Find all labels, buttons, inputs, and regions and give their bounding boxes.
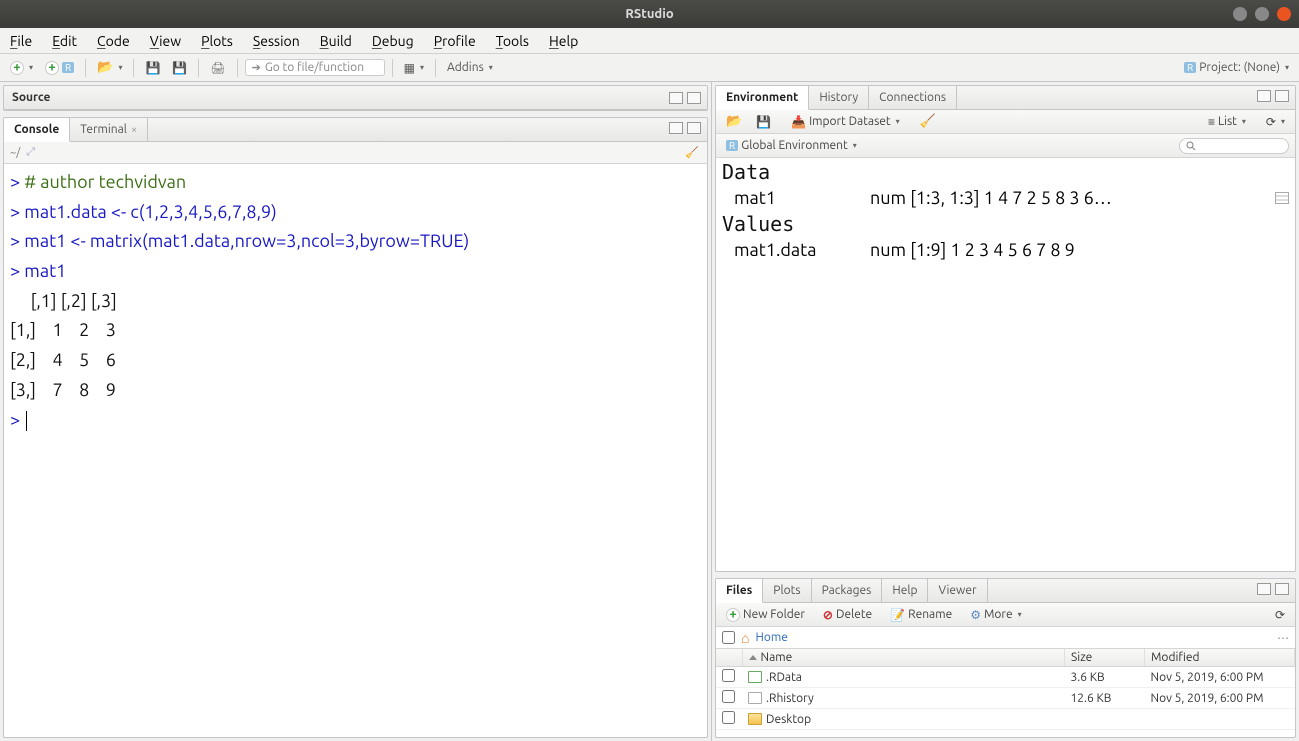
view-grid-icon[interactable] — [1275, 192, 1289, 204]
source-restore-icon[interactable] — [669, 92, 683, 104]
menu-code[interactable]: Code — [97, 33, 130, 49]
files-table: Name Size Modified .RData3.6 KBNov 5, 20… — [716, 649, 1295, 730]
console-maximize-icon[interactable] — [687, 122, 701, 134]
tab-environment[interactable]: Environment — [716, 86, 809, 110]
tab-files[interactable]: Files — [716, 579, 763, 603]
close-terminal-icon[interactable]: × — [131, 124, 137, 136]
rename-file-button[interactable]: 📝 Rename — [886, 606, 956, 624]
tab-history[interactable]: History — [809, 86, 869, 109]
tab-console[interactable]: Console — [4, 118, 70, 142]
titlebar: RStudio — [0, 0, 1299, 28]
print-button[interactable]: 🖨 — [206, 59, 229, 77]
console-path: ~/ — [10, 147, 20, 159]
grid-button[interactable]: ▦▾ — [400, 59, 428, 77]
menu-profile[interactable]: Profile — [434, 33, 476, 49]
save-button[interactable]: 💾 — [141, 59, 164, 77]
import-dataset-button[interactable]: 📥 Import Dataset ▾ — [787, 113, 904, 131]
home-breadcrumb[interactable]: Home — [755, 631, 787, 644]
col-name[interactable]: Name — [742, 649, 1065, 667]
file-checkbox[interactable] — [722, 669, 735, 682]
col-size[interactable]: Size — [1065, 649, 1145, 667]
env-scope-button[interactable]: R Global Environment ▾ — [722, 137, 861, 154]
menu-plots[interactable]: Plots — [201, 33, 233, 49]
files-more-icon[interactable]: ⋯ — [1277, 631, 1289, 645]
menu-session[interactable]: Session — [253, 33, 300, 49]
tab-viewer[interactable]: Viewer — [928, 579, 987, 602]
env-row[interactable]: mat1num [1:3, 1:3] 1 4 7 2 5 8 3 6… — [716, 186, 1295, 210]
console-restore-icon[interactable] — [669, 122, 683, 134]
env-section-values: Values — [716, 210, 1295, 238]
clear-workspace-button[interactable]: 🧹 — [916, 112, 940, 131]
tab-plots[interactable]: Plots — [763, 579, 811, 602]
file-checkbox[interactable] — [722, 690, 735, 703]
env-row[interactable]: mat1.datanum [1:9] 1 2 3 4 5 6 7 8 9 — [716, 238, 1295, 262]
menu-file[interactable]: File — [10, 33, 32, 49]
open-file-button[interactable]: 📂▾ — [93, 58, 126, 77]
files-maximize-icon[interactable] — [1275, 583, 1289, 595]
file-type-icon — [748, 692, 762, 704]
close-icon[interactable] — [1277, 7, 1291, 21]
console-output[interactable]: > # author techvidvan > mat1.data <- c(1… — [4, 164, 707, 737]
minimize-icon[interactable] — [1233, 7, 1247, 21]
main-toolbar: +▾ +R 📂▾ 💾 💾 🖨 ➔Go to file/function ▦▾ A… — [0, 54, 1299, 82]
window-controls — [1233, 7, 1291, 21]
file-row[interactable]: .RData3.6 KBNov 5, 2019, 6:00 PM — [716, 667, 1295, 688]
maximize-icon[interactable] — [1255, 7, 1269, 21]
source-maximize-icon[interactable] — [687, 92, 701, 104]
select-all-files-checkbox[interactable] — [722, 631, 735, 644]
col-modified[interactable]: Modified — [1145, 649, 1295, 667]
save-workspace-button[interactable]: 💾 — [752, 113, 775, 131]
file-row[interactable]: Desktop — [716, 709, 1295, 730]
source-pane-label: Source — [4, 87, 58, 108]
goto-file-input[interactable]: ➔Go to file/function — [245, 59, 385, 76]
env-restore-icon[interactable] — [1257, 90, 1271, 102]
file-row[interactable]: .Rhistory12.6 KBNov 5, 2019, 6:00 PM — [716, 688, 1295, 709]
menu-edit[interactable]: Edit — [52, 33, 77, 49]
window-title: RStudio — [625, 7, 673, 21]
tab-packages[interactable]: Packages — [812, 579, 883, 602]
list-view-button[interactable]: ≡ List ▾ — [1204, 113, 1250, 131]
files-pane: Files Plots Packages Help Viewer + New F… — [715, 578, 1296, 738]
new-file-button[interactable]: +▾ — [6, 59, 37, 77]
files-restore-icon[interactable] — [1257, 583, 1271, 595]
env-search-input[interactable] — [1179, 138, 1289, 154]
new-folder-button[interactable]: + New Folder — [722, 606, 809, 624]
new-project-button[interactable]: +R — [41, 59, 78, 77]
menu-view[interactable]: View — [150, 33, 181, 49]
menubar: File Edit Code View Plots Session Build … — [0, 28, 1299, 54]
file-type-icon — [748, 713, 762, 725]
refresh-files-button[interactable]: ⟳ — [1271, 606, 1289, 624]
menu-build[interactable]: Build — [320, 33, 352, 49]
refresh-env-button[interactable]: ⟳ ▾ — [1262, 113, 1289, 131]
project-selector[interactable]: R Project: (None) ▾ — [1180, 59, 1293, 76]
file-checkbox[interactable] — [722, 711, 735, 724]
tab-help[interactable]: Help — [882, 579, 928, 602]
environment-pane: Environment History Connections 📂 💾 📥 Im… — [715, 85, 1296, 572]
more-files-button[interactable]: ⚙ More ▾ — [966, 606, 1025, 624]
env-maximize-icon[interactable] — [1275, 90, 1289, 102]
addins-button[interactable]: Addins ▾ — [443, 59, 497, 76]
menu-help[interactable]: Help — [549, 33, 578, 49]
save-all-button[interactable]: 💾 — [168, 59, 191, 77]
file-type-icon — [748, 671, 762, 683]
env-section-data: Data — [716, 158, 1295, 186]
home-icon[interactable]: ⌂ — [741, 630, 749, 646]
clear-console-icon[interactable]: 🧹 — [683, 144, 701, 161]
delete-file-button[interactable]: ⊘ Delete — [819, 606, 876, 624]
main-area: Source Console Terminal× ~/ ⤢ 🧹 — [0, 82, 1299, 741]
console-pane: Console Terminal× ~/ ⤢ 🧹 > # author tech… — [3, 117, 708, 738]
console-popout-icon[interactable]: ⤢ — [26, 146, 35, 159]
source-pane: Source — [3, 85, 708, 111]
menu-debug[interactable]: Debug — [372, 33, 414, 49]
tab-connections[interactable]: Connections — [869, 86, 957, 109]
load-workspace-button[interactable]: 📂 — [722, 112, 746, 131]
tab-terminal[interactable]: Terminal× — [70, 118, 148, 141]
menu-tools[interactable]: Tools — [496, 33, 529, 49]
